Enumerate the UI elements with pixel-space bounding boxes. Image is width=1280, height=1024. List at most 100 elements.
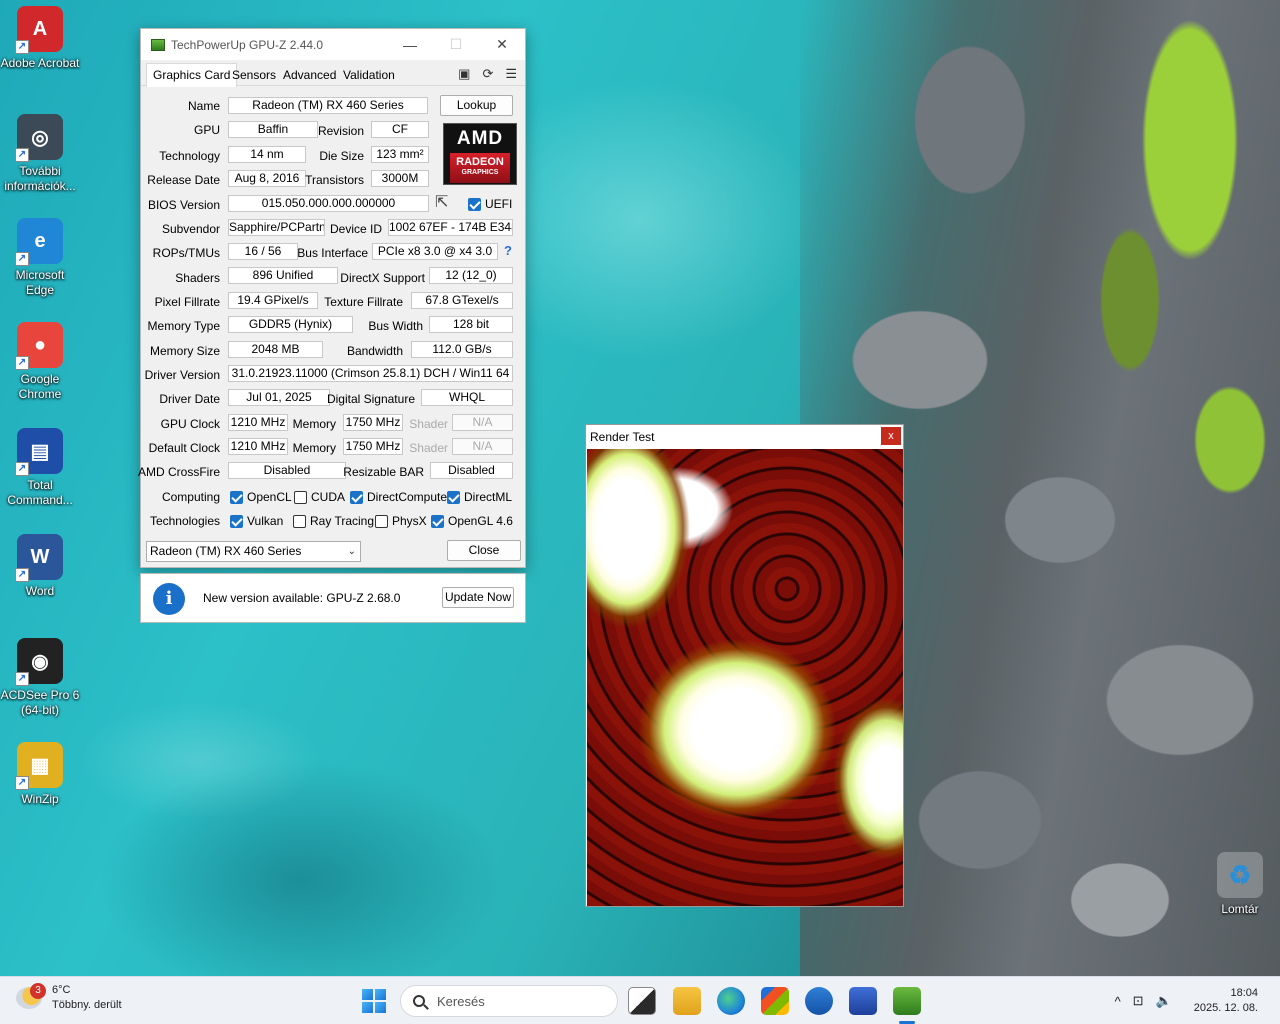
store-icon[interactable] <box>761 987 789 1015</box>
value-revision: CF <box>371 121 429 138</box>
desktop-icon[interactable]: e ↗ Microsoft Edge <box>0 218 80 298</box>
chevron-up-icon[interactable]: ^ <box>1115 994 1121 1009</box>
value-technology: 14 nm <box>228 146 306 163</box>
value-crossfire: Disabled <box>228 462 346 479</box>
amd-radeon-logo[interactable]: AMD RADEON GRAPHICS <box>443 123 517 185</box>
label-die-size: Die Size <box>319 149 364 163</box>
desktop-icon[interactable]: ▤ ↗ Total Command... <box>0 428 80 508</box>
menu-icon[interactable]: ☰ <box>505 66 517 82</box>
tech-opengl[interactable]: OpenGL 4.6 <box>431 514 513 528</box>
label-computing: Computing <box>161 490 220 504</box>
tech-ray-tracing[interactable]: Ray Tracing <box>293 514 374 528</box>
refresh-icon[interactable]: ⟳ <box>482 66 493 82</box>
gpuz-titlebar[interactable]: TechPowerUp GPU-Z 2.44.0 — ☐ ✕ <box>141 29 525 60</box>
start-button[interactable] <box>362 989 386 1013</box>
checkbox <box>350 490 363 504</box>
uefi-checkbox[interactable]: UEFI <box>468 197 512 211</box>
label-default-shader: Shader <box>409 441 448 455</box>
render-test-titlebar[interactable]: Render Test x <box>586 425 903 449</box>
gpu-select-dropdown[interactable]: Radeon (TM) RX 460 Series ⌄ <box>146 541 361 562</box>
render-test-window[interactable]: Render Test x <box>585 424 904 907</box>
label-crossfire: AMD CrossFire <box>137 465 220 479</box>
tech-physx[interactable]: PhysX <box>375 514 427 528</box>
computing-directml[interactable]: DirectML <box>447 490 512 504</box>
pdf-icon: A ↗ <box>15 6 63 54</box>
shortcut-arrow-icon: ↗ <box>15 776 29 790</box>
computing-directcompute[interactable]: DirectCompute <box>350 490 447 504</box>
tab-validation[interactable]: Validation <box>339 66 399 86</box>
camera-icon[interactable]: ▣ <box>458 66 470 82</box>
taskbar: 3 6°C Többny. derült Keresés ^ ⊡ 🔈 18:04… <box>0 976 1280 1024</box>
minimize-button[interactable]: — <box>387 29 433 60</box>
checkbox-label: DirectML <box>464 490 513 504</box>
close-button[interactable]: Close <box>447 540 521 561</box>
file-explorer-icon[interactable] <box>673 987 701 1015</box>
weather-badge: 3 <box>30 983 46 999</box>
tab-advanced[interactable]: Advanced <box>279 66 340 86</box>
volume-icon[interactable]: 🔈 <box>1156 993 1172 1009</box>
tab-graphics-card[interactable]: Graphics Card <box>146 63 238 87</box>
close-window-button[interactable]: ✕ <box>479 29 525 60</box>
gpuz-taskbar-icon[interactable] <box>893 987 921 1024</box>
search-icon <box>413 995 425 1007</box>
shortcut-arrow-icon: ↗ <box>15 356 29 370</box>
chrome-icon: ● ↗ <box>15 322 63 370</box>
shortcut-arrow-icon: ↗ <box>15 462 29 476</box>
logo-line2: GRAPHICS <box>461 169 499 176</box>
label-default-clock: Default Clock <box>148 441 220 455</box>
label-gpu-memory: Memory <box>292 417 336 431</box>
uefi-check-box <box>468 197 481 211</box>
label-directx: DirectX Support <box>340 271 425 285</box>
checkbox-label: OpenCL <box>247 490 292 504</box>
greenery-background <box>1070 0 1280 560</box>
value-bios-version: 015.050.000.000.000000 <box>228 195 429 212</box>
edge-taskbar-icon[interactable] <box>717 987 745 1015</box>
render-test-close-button[interactable]: x <box>881 427 901 445</box>
label-memory-type: Memory Type <box>147 319 220 333</box>
value-texture-fillrate: 67.8 GTexel/s <box>411 292 513 309</box>
weather-widget[interactable]: 3 6°C Többny. derült <box>16 983 122 1013</box>
gpuz-app-icon <box>151 38 165 51</box>
taskbar-search[interactable]: Keresés <box>400 985 618 1017</box>
label-shaders: Shaders <box>175 271 220 285</box>
camera-icon: ◉ ↗ <box>15 638 63 686</box>
update-now-button[interactable]: Update Now <box>442 587 514 608</box>
network-icon[interactable]: ⊡ <box>1133 993 1144 1009</box>
tech-vulkan[interactable]: Vulkan <box>230 514 283 528</box>
maximize-button: ☐ <box>449 36 463 52</box>
computing-cuda[interactable]: CUDA <box>294 490 345 504</box>
desktop-icon[interactable]: A ↗ Adobe Acrobat <box>0 6 80 71</box>
computing-opencl[interactable]: OpenCL <box>230 490 292 504</box>
lookup-button[interactable]: Lookup <box>440 95 513 116</box>
value-name: Radeon (TM) RX 460 Series <box>228 97 428 114</box>
gpuz-window[interactable]: TechPowerUp GPU-Z 2.44.0 — ☐ ✕ Graphics … <box>137 28 526 568</box>
label-name: Name <box>187 99 220 113</box>
desktop-icon[interactable]: ◉ ↗ ACDSee Pro 6 (64-bit) <box>0 638 80 718</box>
task-view-icon[interactable] <box>628 987 656 1015</box>
update-notification: i New version available: GPU-Z 2.68.0 Up… <box>140 573 526 623</box>
checkbox <box>375 514 388 528</box>
tab-sensors[interactable]: Sensors <box>228 66 280 86</box>
checkbox-label: DirectCompute <box>367 490 448 504</box>
value-default-memory: 1750 MHz <box>343 438 403 455</box>
clock-time: 18:04 <box>1230 987 1258 999</box>
bus-interface-help-icon[interactable]: ? <box>504 243 512 258</box>
desktop-icon-recycle-bin[interactable]: ♻ Lomtár <box>1200 852 1280 917</box>
checkbox <box>294 490 307 504</box>
recycle-bin-icon: ♻ <box>1217 852 1263 898</box>
outlook-icon[interactable] <box>805 987 833 1015</box>
checkbox <box>431 514 444 528</box>
logo-brand: AMD <box>456 128 504 149</box>
info-location-icon: ◎ ↗ <box>15 114 63 162</box>
desktop-icon-label: Word <box>25 584 55 598</box>
value-subvendor: Sapphire/PCPartner <box>228 219 325 236</box>
update-message: New version available: GPU-Z 2.68.0 <box>203 591 401 605</box>
share-icon[interactable]: ⇱ <box>435 192 448 212</box>
clock[interactable]: 18:04 2025. 12. 08. <box>1194 986 1258 1016</box>
desktop-icon[interactable]: W ↗ Word <box>0 534 80 599</box>
total-commander-taskbar-icon[interactable] <box>849 987 877 1015</box>
desktop-icon[interactable]: ● ↗ Google Chrome <box>0 322 80 402</box>
value-pixel-fillrate: 19.4 GPixel/s <box>228 292 318 309</box>
desktop-icon[interactable]: ▦ ↗ WinZip <box>0 742 80 807</box>
desktop-icon[interactable]: ◎ ↗ További információk... <box>0 114 80 194</box>
